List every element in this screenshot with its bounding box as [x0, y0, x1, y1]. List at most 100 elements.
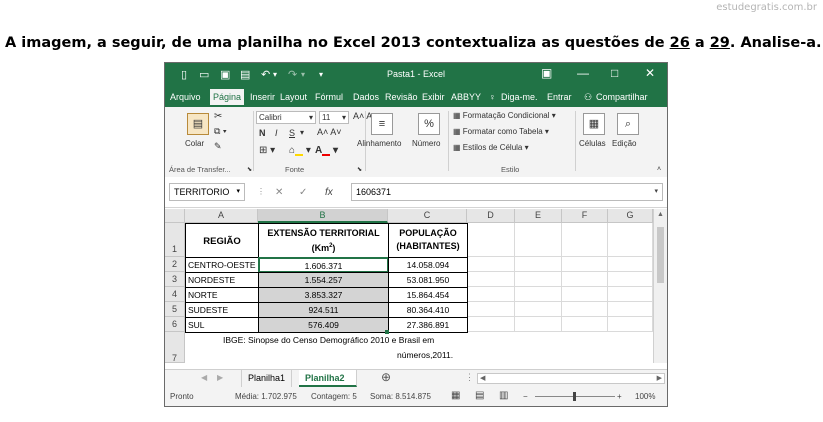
extension-cell[interactable]: 924.511 — [258, 302, 389, 318]
select-all-corner[interactable] — [165, 209, 185, 223]
population-cell[interactable]: 53.081.950 — [388, 272, 468, 288]
minimize-icon[interactable]: — — [577, 66, 589, 80]
cut-icon[interactable]: ✂ — [214, 111, 222, 122]
empty-cell[interactable] — [467, 223, 515, 257]
region-cell[interactable]: SUL — [185, 317, 259, 333]
scroll-right-icon[interactable]: ▶ — [657, 374, 662, 382]
collapse-ribbon-icon[interactable]: ˄ — [657, 166, 661, 173]
italic-button[interactable]: I — [275, 128, 278, 138]
editing-button-label[interactable]: Edição — [612, 139, 636, 148]
extension-cell-active[interactable]: 1.606.371 — [258, 257, 389, 273]
empty-cell[interactable] — [467, 287, 515, 302]
print-preview-icon[interactable]: ▤ — [240, 68, 250, 81]
region-cell[interactable]: CENTRO-OESTE — [185, 257, 259, 273]
extension-cell[interactable]: 1.554.257 — [258, 272, 389, 288]
drag-handle-icon[interactable]: ⋮ — [257, 187, 265, 196]
font-name-select[interactable]: Calibri ▾ — [256, 111, 316, 124]
empty-cell[interactable] — [608, 272, 653, 287]
empty-cell[interactable] — [515, 272, 562, 287]
column-header[interactable]: C — [388, 209, 467, 223]
alignment-icon[interactable]: ≡ — [371, 113, 393, 135]
normal-view-icon[interactable]: ▦ — [451, 390, 460, 401]
empty-cell[interactable] — [608, 302, 653, 317]
tab-layout[interactable]: Layout — [280, 92, 307, 102]
ribbon-options-icon[interactable]: ▣ — [541, 66, 552, 80]
column-header[interactable]: A — [185, 209, 258, 223]
scroll-up-icon[interactable]: ▲ — [657, 211, 664, 218]
column-header[interactable]: B — [258, 209, 388, 223]
row-header[interactable]: 5 — [165, 302, 185, 317]
new-file-icon[interactable]: ▯ — [181, 68, 187, 81]
share-button[interactable]: Compartilhar — [596, 92, 648, 102]
row-header[interactable]: 7 — [165, 332, 185, 363]
header-extensao[interactable]: EXTENSÃO TERRITORIAL (Km2) — [258, 223, 389, 258]
tab-arquivo[interactable]: Arquivo — [170, 92, 201, 102]
add-sheet-icon[interactable]: ⊕ — [381, 370, 391, 384]
prev-sheet-icon[interactable]: ◀ — [201, 373, 207, 382]
cell-styles-button[interactable]: ▦ Estilos de Célula ▾ — [453, 143, 529, 152]
empty-cell[interactable] — [562, 257, 608, 272]
maximize-icon[interactable]: □ — [611, 66, 618, 80]
cells-button-label[interactable]: Células — [579, 139, 606, 148]
underline-dropdown-icon[interactable]: ▾ — [300, 128, 304, 137]
empty-cell[interactable] — [562, 302, 608, 317]
vertical-scrollbar[interactable]: ▲ — [653, 209, 667, 363]
row-header[interactable]: 6 — [165, 317, 185, 332]
close-icon[interactable]: ✕ — [645, 66, 655, 80]
bold-button[interactable]: N — [259, 128, 266, 138]
page-break-view-icon[interactable]: ▥ — [499, 390, 508, 401]
insert-function-icon[interactable]: fx — [325, 187, 333, 198]
status-average[interactable]: Média: 1.702.975 — [235, 392, 297, 401]
undo-dropdown-icon[interactable]: ▾ — [273, 70, 277, 79]
customize-toolbar-icon[interactable]: ▾ — [319, 70, 323, 79]
tab-split-handle[interactable]: ⋮ — [465, 372, 474, 383]
population-cell[interactable]: 14.058.094 — [388, 257, 468, 273]
empty-cell[interactable] — [515, 257, 562, 272]
font-size-select[interactable]: 11 ▾ — [319, 111, 349, 124]
underline-button[interactable]: S — [289, 128, 295, 138]
empty-cell[interactable] — [467, 317, 515, 332]
column-header[interactable]: E — [515, 209, 562, 223]
column-header[interactable]: F — [562, 209, 608, 223]
tab-revisao[interactable]: Revisão — [385, 92, 418, 102]
cells-icon[interactable]: ▦ — [583, 113, 605, 135]
tell-me-box[interactable]: Diga-me. — [501, 92, 538, 102]
region-cell[interactable]: SUDESTE — [185, 302, 259, 318]
format-as-table-button[interactable]: ▦ Formatar como Tabela ▾ — [453, 127, 549, 136]
number-format-icon[interactable]: % — [418, 113, 440, 135]
population-cell[interactable]: 15.864.454 — [388, 287, 468, 303]
font-color-icon[interactable]: A ▾ — [315, 145, 338, 156]
enter-icon[interactable]: ✓ — [299, 187, 307, 198]
zoom-slider-thumb[interactable] — [573, 392, 576, 401]
empty-cell[interactable] — [562, 272, 608, 287]
empty-cell[interactable] — [608, 317, 653, 332]
format-painter-icon[interactable]: ✎ — [214, 141, 222, 152]
redo-icon[interactable]: ↷ — [288, 68, 297, 81]
status-count[interactable]: Contagem: 5 — [311, 392, 357, 401]
empty-cell[interactable] — [562, 287, 608, 302]
font-launcher-icon[interactable]: ⬊ — [357, 166, 362, 173]
undo-icon[interactable]: ↶ — [261, 68, 270, 81]
scroll-left-icon[interactable]: ◀ — [480, 374, 485, 382]
sheet-tab-planilha1[interactable]: Planilha1 — [241, 370, 293, 387]
copy-icon[interactable]: ⧉ ▾ — [214, 126, 227, 137]
paste-button-label[interactable]: Colar — [185, 139, 204, 148]
empty-cell[interactable] — [608, 287, 653, 302]
header-regiao[interactable]: REGIÃO — [185, 223, 259, 258]
fill-handle[interactable] — [385, 330, 389, 334]
extension-cell[interactable]: 576.409 — [258, 317, 389, 333]
tab-abbyy[interactable]: ABBYY — [451, 92, 481, 102]
column-header[interactable]: G — [608, 209, 653, 223]
empty-cell[interactable] — [515, 302, 562, 317]
tab-exibir[interactable]: Exibir — [422, 92, 445, 102]
empty-cell[interactable] — [608, 257, 653, 272]
clipboard-launcher-icon[interactable]: ⬊ — [247, 166, 252, 173]
paste-icon[interactable]: ▤ — [187, 113, 209, 135]
row-header[interactable]: 1 — [165, 223, 185, 257]
redo-dropdown-icon[interactable]: ▾ — [301, 70, 305, 79]
header-populacao[interactable]: POPULAÇÃO (HABITANTES) — [388, 223, 468, 258]
population-cell[interactable]: 27.386.891 — [388, 317, 468, 333]
region-cell[interactable]: NORDESTE — [185, 272, 259, 288]
empty-cell[interactable] — [562, 223, 608, 257]
borders-icon[interactable]: ⊞ ▾ — [259, 145, 275, 156]
